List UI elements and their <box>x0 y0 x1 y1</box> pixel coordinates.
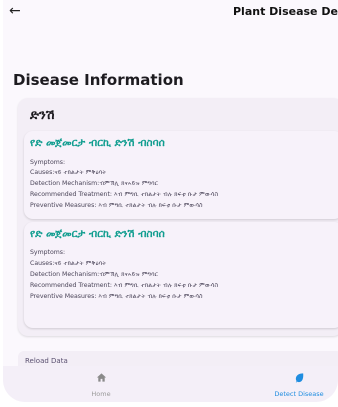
disease-card[interactable]: የድ መጀመርታ ብርኪ ድንሽ ብስባሰ Symptoms: Causes:ና… <box>24 222 338 328</box>
nav-item-home[interactable]: Home <box>41 366 161 402</box>
detection-text: Detection Mechanism:ብምኽሊ ክናኣይዝ ምግባር <box>30 180 159 187</box>
prevention-text: Preventive Measures: እብ ምግቢ ተክልታት ብሉ ክፍቲ… <box>30 293 203 300</box>
symptoms-text: Symptoms: <box>30 249 66 256</box>
causes-text: Causes:ናይ ተክልታት ምቅዕባት <box>30 260 107 267</box>
bottom-navigation: Home Detect Disease <box>3 366 338 402</box>
nav-label-home: Home <box>91 390 111 398</box>
treatment-text: Recommended Treatment: እብ ምግቢ ተክልታት ብሉ ክ… <box>30 282 219 289</box>
causes-text: Causes:ናይ ተክልታት ምቅዕባት <box>30 169 107 176</box>
app-bar: ← Plant Disease Detail <box>3 0 338 40</box>
reload-data-button[interactable]: Reload Data <box>25 357 68 365</box>
leaf-icon <box>239 372 338 385</box>
treatment-text: Recommended Treatment: እብ ምግቢ ተክልታት ብሉ ክ… <box>30 191 219 198</box>
app-screen: ← Plant Disease Detail Disease Informati… <box>3 0 338 402</box>
disease-category-card: ድንሽ የድ መጀመርታ ብርኪ ድንሽ ብስባሰ Symptoms: Caus… <box>18 98 338 336</box>
nav-label-detect-disease: Detect Disease <box>274 390 324 398</box>
prevention-text: Preventive Measures: እብ ምግቢ ተክልታት ብሉ ክፍቲ… <box>30 202 203 209</box>
category-title: ድንሽ <box>30 108 55 123</box>
page-title: Plant Disease Detail <box>233 5 338 18</box>
disease-card[interactable]: የድ መጀመርታ ብርኪ ድንሽ ብስባሰ Symptoms: Causes:ና… <box>24 131 338 219</box>
section-title: Disease Information <box>13 71 184 89</box>
disease-name: የድ መጀመርታ ብርኪ ድንሽ ብስባሰ <box>30 137 165 149</box>
symptoms-text: Symptoms: <box>30 159 66 166</box>
arrow-left-icon[interactable]: ← <box>9 4 21 18</box>
nav-item-detect-disease[interactable]: Detect Disease <box>239 366 338 402</box>
home-icon <box>41 372 161 385</box>
detection-text: Detection Mechanism:ብምኽሊ ክናኣይዝ ምግባር <box>30 271 159 278</box>
disease-name: የድ መጀመርታ ብርኪ ድንሽ ብስባሰ <box>30 228 165 240</box>
